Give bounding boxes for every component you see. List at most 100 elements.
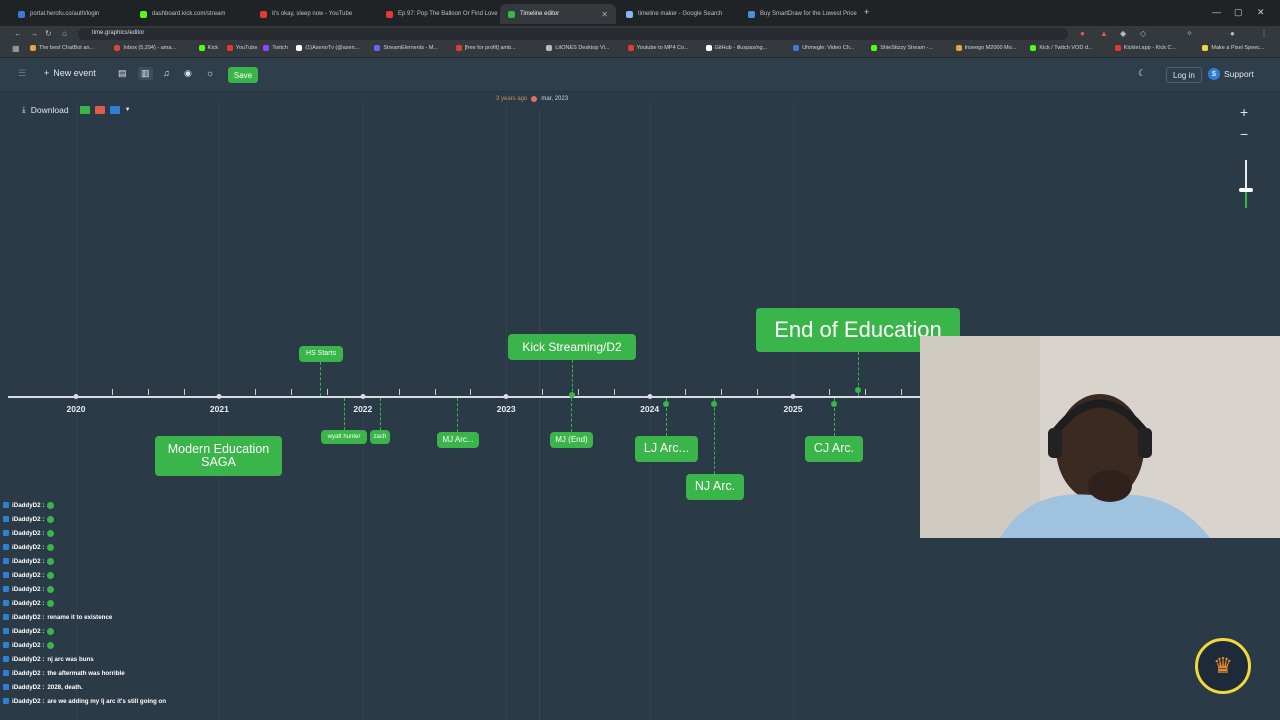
- bookmark-item[interactable]: [free for profit] amb...: [455, 45, 516, 51]
- table-view-icon[interactable]: ▤: [118, 68, 127, 79]
- browser-tab[interactable]: Ep 97: Pop The Balloon Or Find Love: [378, 4, 498, 24]
- extension-icon[interactable]: ●: [1080, 29, 1085, 38]
- quarter-tick: [255, 389, 257, 395]
- chat-badge-icon: [3, 530, 9, 536]
- event-connector: [344, 398, 345, 430]
- chat-badge-icon: [3, 544, 9, 550]
- event-kick-streaming[interactable]: Kick Streaming/D2: [508, 334, 636, 360]
- bookmark-label: LitONES Desktop Vi...: [555, 45, 610, 51]
- bookmark-item[interactable]: (1)AsenoTv (@asen...: [296, 45, 359, 51]
- save-button[interactable]: Save: [228, 67, 258, 83]
- chat-badge-icon: [3, 656, 9, 662]
- browser-tab[interactable]: timeline maker - Google Search: [618, 4, 738, 24]
- chat-message: iDaddyD2 :2028, death.: [0, 680, 240, 694]
- chat-emote-icon: [47, 543, 55, 551]
- support-button[interactable]: $ Support: [1208, 68, 1254, 80]
- event-nj-arc[interactable]: NJ Arc.: [686, 474, 744, 500]
- camera-icon[interactable]: ◉: [184, 68, 192, 79]
- bookmark-item[interactable]: Kick: [198, 45, 219, 51]
- minimize-icon[interactable]: —: [1212, 7, 1221, 17]
- bookmark-item[interactable]: YouTube: [226, 45, 257, 51]
- new-tab-icon[interactable]: +: [864, 7, 869, 17]
- timeline-axis[interactable]: [8, 396, 923, 398]
- event-zach[interactable]: zach: [370, 430, 390, 444]
- quarter-tick: [542, 389, 544, 395]
- bookmark-item[interactable]: Twitch: [263, 45, 288, 51]
- apps-grid-icon[interactable]: ▦: [12, 44, 20, 53]
- bookmark-favicon: [1030, 45, 1037, 51]
- back-icon[interactable]: ←: [14, 29, 22, 38]
- menu-icon[interactable]: ☰: [18, 68, 26, 79]
- event-dot: [855, 387, 861, 393]
- event-mj-arc[interactable]: MJ Arc...: [437, 432, 479, 448]
- bookmark-item[interactable]: LitONES Desktop Vi...: [546, 45, 609, 51]
- bookmark-label: The best ChatBot an...: [39, 45, 95, 51]
- browser-tab[interactable]: Buy SmartDraw for the Lowest Price: [740, 4, 862, 24]
- chat-badge-icon: [3, 516, 9, 522]
- bookmark-item[interactable]: Youtube to MP4 Co...: [627, 45, 689, 51]
- event-lj-arc[interactable]: LJ Arc...: [635, 436, 698, 462]
- reload-icon[interactable]: ↻: [45, 29, 52, 38]
- zoom-slider-handle[interactable]: [1239, 188, 1253, 192]
- browser-tab[interactable]: portal.herofu.co/auth/login: [10, 4, 130, 24]
- chevron-down-icon[interactable]: ▼: [125, 107, 131, 113]
- bookmark-item[interactable]: The best ChatBot an...: [30, 45, 94, 51]
- bookmark-item[interactable]: Make a Pixel Speec...: [1202, 45, 1265, 51]
- event-modern-education-saga[interactable]: Modern Education SAGA: [155, 436, 282, 476]
- zoom-out-icon[interactable]: −: [1240, 126, 1248, 142]
- bookmark-item[interactable]: StreamElements - M...: [374, 45, 438, 51]
- chat-username: iDaddyD2 :: [12, 599, 45, 607]
- bookmark-favicon: [627, 45, 634, 51]
- crown-badge: ♛: [1195, 638, 1251, 694]
- chat-text: are we adding my lj arc it's still going…: [47, 697, 167, 705]
- chat-emote-icon: [47, 501, 55, 509]
- maximize-icon[interactable]: ▢: [1234, 7, 1243, 18]
- webcam-overlay: [920, 336, 1280, 538]
- event-wyatt-hunter[interactable]: wyatt hunter: [321, 430, 367, 444]
- browser-tab[interactable]: dashboard.kick.com/stream: [132, 4, 250, 24]
- bookmark-item[interactable]: GitHub - illuspas/ng...: [705, 45, 767, 51]
- bookmark-label: Twitch: [272, 45, 288, 51]
- close-tab-icon[interactable]: ✕: [601, 10, 608, 19]
- extension-icon[interactable]: ◇: [1140, 29, 1146, 38]
- bookmark-item[interactable]: Kicklet.app - Kick C...: [1114, 45, 1177, 51]
- browser-tab-active[interactable]: Timeline editor ✕: [500, 4, 616, 24]
- close-window-icon[interactable]: ✕: [1257, 7, 1265, 18]
- bookmark-item[interactable]: Inseego M2000 Mo...: [955, 45, 1016, 51]
- forward-icon[interactable]: →: [30, 29, 38, 38]
- profile-icon[interactable]: ●: [1230, 29, 1235, 38]
- event-cj-arc[interactable]: CJ Arc.: [805, 436, 863, 462]
- login-button[interactable]: Log in: [1166, 67, 1202, 83]
- home-icon[interactable]: ⌂: [62, 29, 67, 38]
- bookmark-favicon: [263, 45, 270, 51]
- bookmark-item[interactable]: Kick / Twitch VOD d...: [1030, 45, 1092, 51]
- bookmark-label: Kicklet.app - Kick C...: [1123, 45, 1177, 51]
- now-dot-icon: [531, 96, 538, 102]
- chat-message: iDaddyD2 : nj arc was buns: [0, 652, 240, 666]
- zoom-in-icon[interactable]: +: [1240, 104, 1248, 120]
- extension-icon[interactable]: ▲: [1100, 29, 1108, 38]
- chat-message: iDaddyD2 :: [0, 540, 240, 554]
- lightbulb-icon[interactable]: ☼: [206, 68, 214, 78]
- bookmark-item[interactable]: ShieStizzy Stream -...: [871, 45, 933, 51]
- new-event-button[interactable]: + New event: [44, 68, 96, 78]
- chat-message: iDaddyD2 : the aftermath was horrible: [0, 666, 240, 680]
- quarter-tick: [613, 389, 615, 395]
- bookmark-item[interactable]: Inbox (5,294) - ama...: [114, 45, 176, 51]
- timeline-view-icon[interactable]: ▥: [138, 67, 153, 80]
- event-hs-starts[interactable]: HS Starts: [299, 346, 343, 362]
- extensions-puzzle-icon[interactable]: ✧: [1186, 29, 1193, 38]
- bookmark-label: Kick: [207, 45, 219, 51]
- dark-mode-icon[interactable]: ☾: [1138, 68, 1146, 79]
- bookmark-item[interactable]: Uhmegle: Video Ch...: [793, 45, 854, 51]
- browser-tab[interactable]: it's okay, sleep now - YouTube: [252, 4, 376, 24]
- year-marker: [503, 394, 509, 399]
- zoom-slider[interactable]: [1245, 160, 1247, 208]
- extension-icon[interactable]: ◆: [1120, 29, 1126, 38]
- browser-menu-icon[interactable]: ⋮: [1260, 29, 1268, 38]
- chat-emote-icon: [47, 599, 55, 607]
- event-mj-end[interactable]: MJ (End): [550, 432, 593, 448]
- tab-favicon: [260, 10, 267, 18]
- url-field[interactable]: time.graphics/editor: [78, 28, 1068, 40]
- audio-icon[interactable]: ♫: [163, 68, 170, 78]
